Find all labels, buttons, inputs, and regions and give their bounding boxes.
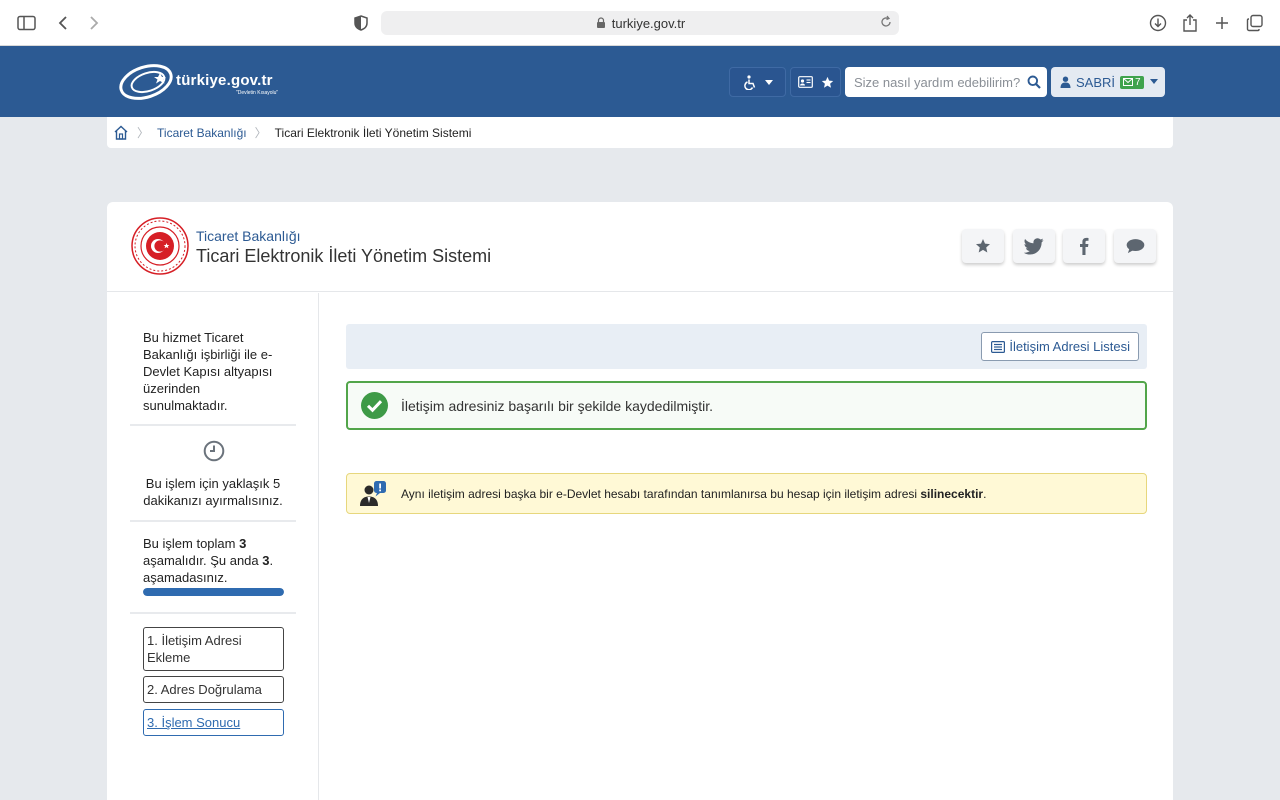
lock-icon	[596, 17, 605, 28]
unread-messages-badge[interactable]: 7	[1120, 75, 1144, 89]
twitter-icon	[1024, 237, 1044, 254]
home-icon[interactable]	[113, 125, 129, 140]
divider	[130, 612, 296, 614]
forward-icon[interactable]	[82, 11, 106, 35]
user-menu-button[interactable]: SABRİ 7	[1051, 67, 1165, 97]
service-title: Ticari Elektronik İleti Yönetim Sistemi	[196, 246, 492, 266]
chevron-down-icon	[1150, 79, 1158, 84]
user-name: SABRİ	[1076, 74, 1116, 90]
feedback-button[interactable]	[1114, 229, 1156, 263]
breadcrumb-separator: 〉	[137, 126, 150, 140]
privacy-shield-icon[interactable]	[349, 11, 373, 35]
divider	[130, 424, 296, 426]
star-icon	[821, 76, 833, 88]
download-icon[interactable]	[1146, 11, 1170, 35]
step-status-middle: aşamalıdır. Şu anda	[143, 553, 263, 568]
twitter-share-button[interactable]	[1013, 229, 1055, 263]
breadcrumb-separator: 〉	[254, 126, 267, 140]
browser-toolbar: turkiye.gov.tr	[0, 0, 1280, 46]
user-alert-icon	[360, 480, 386, 506]
facebook-icon	[1080, 237, 1089, 255]
step-progress-bar	[143, 588, 284, 596]
breadcrumb-link-ministry[interactable]: Ticaret Bakanlığı	[157, 126, 247, 140]
service-header: Ticaret Bakanlığı Ticari Elektronik İlet…	[107, 202, 1173, 292]
url-text: turkiye.gov.tr	[611, 15, 686, 31]
estimated-time-note: Bu işlem için yaklaşık 5 dakikanızı ayır…	[143, 476, 283, 508]
tabs-overview-icon[interactable]	[1243, 11, 1267, 35]
turkiye-gov-logo[interactable]: türkiye.gov.tr "Devletin Kısayolu"	[118, 60, 298, 104]
user-icon	[1060, 76, 1071, 88]
address-bar[interactable]: turkiye.gov.tr	[381, 11, 899, 35]
breadcrumb-current: Ticari Elektronik İleti Yönetim Sistemi	[274, 125, 472, 140]
wheelchair-icon	[743, 74, 755, 90]
success-alert: İletişim adresiniz başarılı bir şekilde …	[346, 381, 1147, 430]
favorite-button[interactable]	[962, 229, 1004, 263]
logo-tagline: "Devletin Kısayolu"	[236, 90, 279, 96]
service-card: Ticaret Bakanlığı Ticari Elektronik İlet…	[107, 202, 1173, 800]
action-toolbar: İletişim Adresi Listesi	[346, 324, 1147, 369]
step-label: 3. İşlem Sonucu	[147, 715, 241, 730]
logo-swoosh-icon	[119, 64, 173, 100]
warning-emphasis: silinecektir	[920, 486, 984, 501]
id-card-icon	[797, 76, 813, 88]
site-header: türkiye.gov.tr "Devletin Kısayolu" SABRİ…	[0, 46, 1280, 117]
quick-access-button[interactable]	[790, 67, 841, 97]
step-progress-fill	[143, 588, 284, 596]
warning-text: Aynı iletişim adresi başka bir e-Devlet …	[401, 486, 921, 501]
clock-icon	[203, 440, 225, 462]
new-tab-icon[interactable]	[1210, 11, 1234, 35]
step-item-1[interactable]: 1. İletişim Adresi Ekleme	[143, 627, 284, 671]
step-item-2[interactable]: 2. Adres Doğrulama	[143, 676, 284, 703]
service-provider-note: Bu hizmet Ticaret Bakanlığı işbirliği il…	[143, 330, 273, 413]
step-label: 1. İletişim Adresi Ekleme	[147, 633, 242, 665]
sidebar-toggle-icon[interactable]	[15, 11, 39, 35]
logo-text: türkiye.gov.tr	[176, 72, 273, 89]
step-status-prefix: Bu işlem toplam	[143, 536, 240, 551]
warning-alert: Aynı iletişim adresi başka bir e-Devlet …	[346, 473, 1147, 514]
back-icon[interactable]	[51, 11, 75, 35]
success-message: İletişim adresiniz başarılı bir şekilde …	[401, 397, 713, 414]
info-sidebar: Bu hizmet Ticaret Bakanlığı işbirliği il…	[107, 293, 319, 800]
star-icon	[976, 239, 990, 253]
institution-name[interactable]: Ticaret Bakanlığı	[196, 228, 301, 244]
step-item-3[interactable]: 3. İşlem Sonucu	[143, 709, 284, 736]
unread-count: 7	[1135, 76, 1141, 88]
share-icon[interactable]	[1178, 11, 1202, 35]
comment-icon	[1126, 239, 1144, 254]
list-button-label: İletişim Adresi Listesi	[1009, 339, 1130, 354]
contact-address-list-button[interactable]: İletişim Adresi Listesi	[981, 332, 1139, 361]
accessibility-button[interactable]	[729, 67, 786, 97]
chevron-down-icon	[764, 79, 773, 85]
warning-message: Aynı iletişim adresi başka bir e-Devlet …	[401, 487, 986, 501]
search-input[interactable]	[854, 74, 1024, 90]
search-box[interactable]	[845, 67, 1047, 97]
step-label: 2. Adres Doğrulama	[147, 682, 262, 697]
warning-end: .	[983, 486, 987, 501]
search-icon[interactable]	[1027, 75, 1041, 89]
reload-icon[interactable]	[879, 15, 893, 29]
list-icon	[991, 340, 1006, 353]
envelope-icon	[1123, 78, 1134, 86]
divider	[130, 520, 296, 522]
step-total: 3	[239, 536, 247, 551]
breadcrumb: 〉 Ticaret Bakanlığı 〉 Ticari Elektronik …	[107, 117, 1173, 148]
step-status-text: Bu işlem toplam 3 aşamalıdır. Şu anda 3.…	[143, 535, 285, 586]
facebook-share-button[interactable]	[1063, 229, 1105, 263]
ministry-seal-icon	[131, 217, 189, 275]
check-circle-icon	[361, 392, 388, 419]
